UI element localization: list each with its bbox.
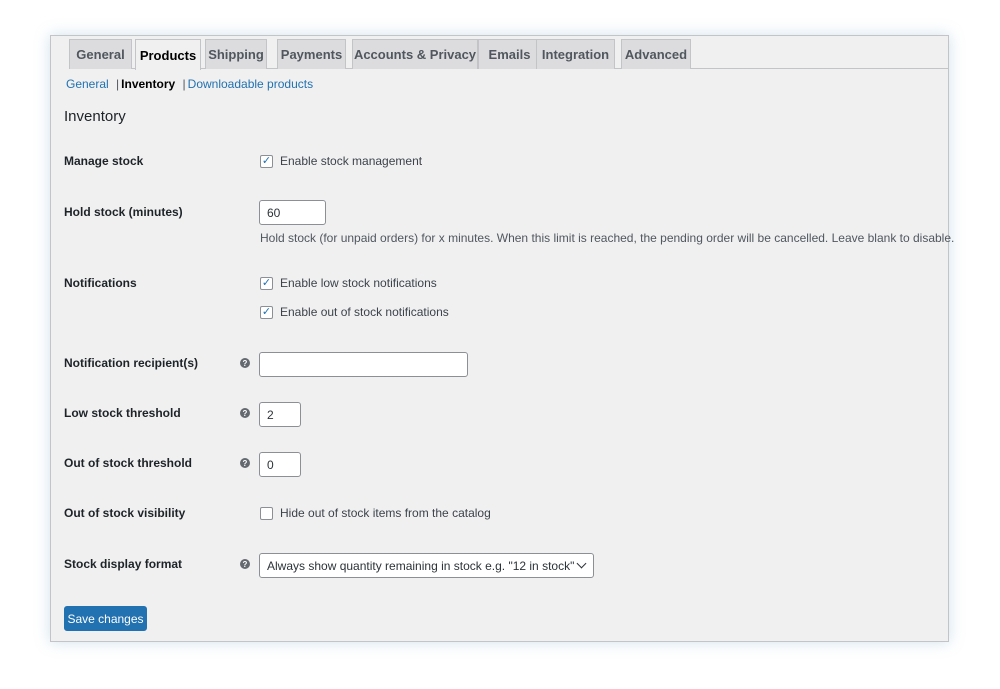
low-stock-threshold-input[interactable]: 2 [259, 402, 301, 427]
help-icon[interactable]: ? [240, 559, 250, 569]
manage-stock-label: Manage stock [64, 154, 144, 168]
out-of-stock-notification-label: Enable out of stock notifications [280, 305, 449, 319]
tab-integration[interactable]: Integration [536, 39, 615, 69]
subnav-general-link[interactable]: General [66, 77, 109, 91]
manage-stock-option[interactable]: ✓ Enable stock management [260, 154, 422, 168]
notifications-label: Notifications [64, 276, 137, 290]
manage-stock-option-label: Enable stock management [280, 154, 423, 168]
low-stock-threshold-label: Low stock threshold [64, 406, 181, 420]
section-subnav: General | Inventory | Downloadable product… [66, 77, 313, 91]
low-stock-notification-label: Enable low stock notifications [280, 276, 437, 290]
stock-display-format-label: Stock display format [64, 557, 183, 571]
subnav-separator: | [116, 77, 120, 91]
notification-recipient-label: Notification recipient(s) [64, 356, 199, 370]
stock-display-format-select[interactable]: Always show quantity remaining in stock … [259, 553, 594, 578]
hide-out-of-stock-checkbox[interactable] [260, 506, 273, 520]
out-of-stock-notification-option[interactable]: ✓ Enable out of stock notifications [260, 305, 449, 319]
settings-panel: General Products Shipping Payments Accou… [50, 35, 954, 642]
hide-out-of-stock-option[interactable]: Hide out of stock items from the catalog [260, 506, 491, 520]
tab-products[interactable]: Products [135, 39, 201, 70]
settings-tabs: General Products Shipping Payments Accou… [69, 39, 948, 70]
notification-recipient-input[interactable] [259, 352, 468, 377]
subnav-separator: | [182, 77, 186, 91]
hide-out-of-stock-label: Hide out of stock items from the catalog [280, 506, 491, 520]
manage-stock-checkbox[interactable]: ✓ [260, 154, 273, 168]
tab-payments[interactable]: Payments [277, 39, 346, 69]
hold-stock-description: Hold stock (for unpaid orders) for x min… [260, 231, 955, 245]
tab-general[interactable]: General [69, 39, 132, 69]
hold-stock-input[interactable]: 60 [259, 200, 326, 225]
subnav-downloadable-link[interactable]: Downloadable products [188, 77, 313, 91]
help-icon[interactable]: ? [240, 408, 250, 418]
section-title: Inventory [64, 108, 126, 125]
tab-emails[interactable]: Emails [478, 39, 541, 69]
save-changes-button[interactable]: Save changes [64, 606, 147, 631]
tab-accounts-privacy[interactable]: Accounts & Privacy [352, 39, 478, 69]
subnav-inventory-current: Inventory [121, 77, 176, 91]
help-icon[interactable]: ? [240, 458, 250, 468]
stock-display-format-value: Always show quantity remaining in stock … [267, 558, 575, 573]
hold-stock-label: Hold stock (minutes) [64, 205, 183, 219]
tab-advanced[interactable]: Advanced [621, 39, 691, 69]
help-icon[interactable]: ? [240, 358, 250, 368]
chevron-down-icon [576, 558, 587, 569]
low-stock-notification-checkbox[interactable]: ✓ [260, 276, 273, 290]
out-of-stock-notification-checkbox[interactable]: ✓ [260, 305, 273, 319]
out-of-stock-threshold-label: Out of stock threshold [64, 456, 193, 470]
out-of-stock-threshold-input[interactable]: 0 [259, 452, 301, 477]
out-of-stock-visibility-label: Out of stock visibility [64, 506, 186, 520]
low-stock-notification-option[interactable]: ✓ Enable low stock notifications [260, 276, 437, 290]
tab-shipping[interactable]: Shipping [205, 39, 267, 69]
